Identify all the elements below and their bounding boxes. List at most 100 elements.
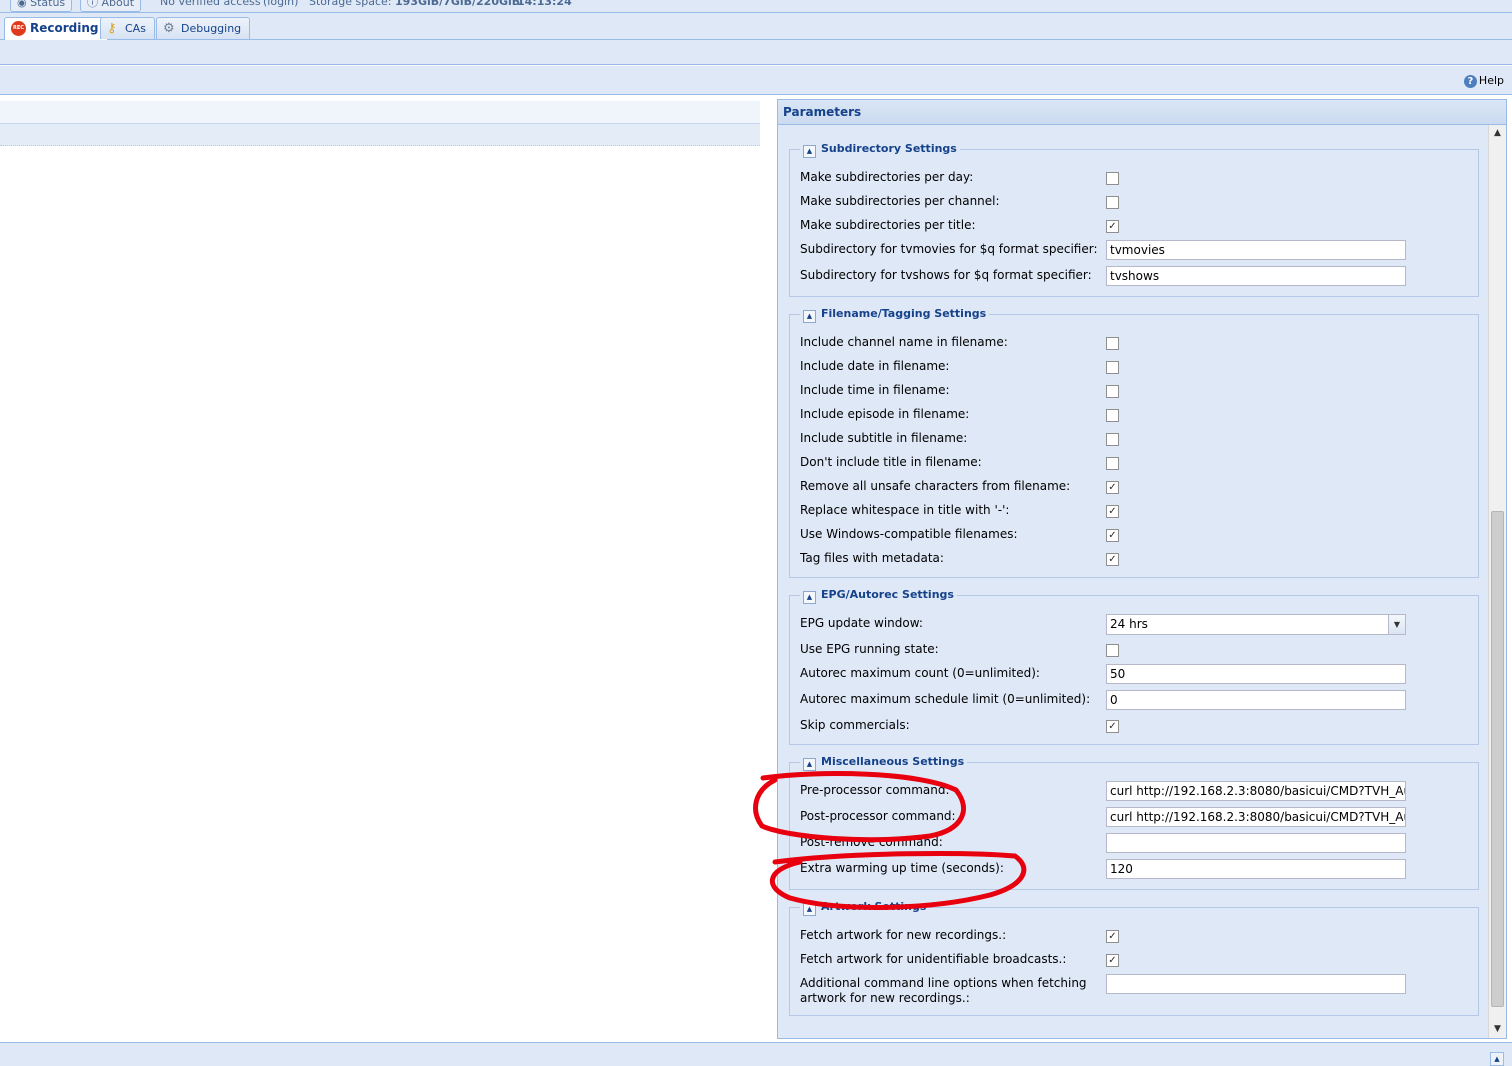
tag-metadata-label: Tag files with metadata: xyxy=(800,551,944,565)
grid-header-row xyxy=(0,101,760,124)
filename-settings-legend[interactable]: ▲ Filename/Tagging Settings xyxy=(800,306,990,323)
epg-settings-legend[interactable]: ▲ EPG/Autorec Settings xyxy=(800,587,957,604)
include-time-label: Include time in filename: xyxy=(800,383,950,397)
epg-window-value: 24 hrs xyxy=(1110,617,1148,631)
tag-metadata-checkbox[interactable]: ✓ xyxy=(1106,553,1119,566)
warming-up-label: Extra warming up time (seconds): xyxy=(800,861,1004,875)
fetch-unidentifiable-label: Fetch artwork for unidentifiable broadca… xyxy=(800,952,1067,966)
tab-about[interactable]: ⓘ About xyxy=(80,0,142,12)
windows-filenames-checkbox[interactable]: ✓ xyxy=(1106,529,1119,542)
filename-settings-title: Filename/Tagging Settings xyxy=(821,307,987,320)
subdirectory-settings-legend[interactable]: ▲ Subdirectory Settings xyxy=(800,141,960,158)
key-icon: ⚷ xyxy=(107,21,117,36)
help-icon: ? xyxy=(1463,74,1477,88)
epg-window-label: EPG update window: xyxy=(800,616,923,630)
expand-icon[interactable]: ▲ xyxy=(1490,1052,1504,1066)
post-remove-label: Post-remove command: xyxy=(800,835,943,849)
per-day-label: Make subdirectories per day: xyxy=(800,170,974,184)
top-status-bar: ◉ Status ⓘ About No verified access (log… xyxy=(0,0,1512,13)
parameters-form: ▲ Subdirectory Settings Make subdirectori… xyxy=(778,125,1487,1038)
per-channel-label: Make subdirectories per channel: xyxy=(800,194,1000,208)
include-date-checkbox[interactable] xyxy=(1106,361,1119,374)
storage-info: Storage space: 193GiB/7GiB/220GiB xyxy=(309,0,520,9)
include-subtitle-label: Include subtitle in filename: xyxy=(800,431,968,445)
collapse-icon[interactable]: ▲ xyxy=(803,145,816,158)
clock: 14:13:24 xyxy=(517,0,572,8)
parameters-panel: Parameters ▲ Subdirectory Settings Make s… xyxy=(777,99,1507,1039)
include-episode-checkbox[interactable] xyxy=(1106,409,1119,422)
include-subtitle-checkbox[interactable] xyxy=(1106,433,1119,446)
filename-tagging-settings: ▲ Filename/Tagging Settings Include chann… xyxy=(789,306,1479,578)
scrollbar-thumb[interactable] xyxy=(1491,511,1504,1007)
scroll-up-icon[interactable]: ▲ xyxy=(1489,125,1506,142)
tab-debugging[interactable]: ⚙ Debugging xyxy=(156,17,251,39)
artwork-options-input[interactable] xyxy=(1106,974,1406,994)
epg-running-state-checkbox[interactable] xyxy=(1106,644,1119,657)
tab-recording-label: Recording xyxy=(30,21,99,35)
tvshows-input[interactable]: tvshows xyxy=(1106,266,1406,286)
epg-running-state-label: Use EPG running state: xyxy=(800,642,939,656)
autorec-max-schedule-label: Autorec maximum schedule limit (0=unlimi… xyxy=(800,692,1091,706)
per-channel-checkbox[interactable] xyxy=(1106,196,1119,209)
collapse-icon[interactable]: ▲ xyxy=(803,310,816,323)
collapse-icon[interactable]: ▲ xyxy=(803,758,816,771)
misc-settings-legend[interactable]: ▲ Miscellaneous Settings xyxy=(800,754,968,771)
collapse-icon[interactable]: ▲ xyxy=(803,591,816,604)
help-label: Help xyxy=(1478,74,1504,87)
fetch-unidentifiable-checkbox[interactable]: ✓ xyxy=(1106,954,1119,967)
artwork-settings-legend[interactable]: ▲ Artwork Settings xyxy=(800,899,930,916)
grid-row[interactable] xyxy=(0,124,760,146)
artwork-settings: ▲ Artwork Settings Fetch artwork for new … xyxy=(789,899,1479,1016)
no-title-checkbox[interactable] xyxy=(1106,457,1119,470)
help-button[interactable]: ? Help xyxy=(1463,73,1504,88)
replace-whitespace-checkbox[interactable]: ✓ xyxy=(1106,505,1119,518)
misc-settings-title: Miscellaneous Settings xyxy=(821,755,965,768)
epg-window-select[interactable]: 24 hrs ▼ xyxy=(1106,614,1406,635)
pre-processor-label: Pre-processor command: xyxy=(800,783,950,797)
debug-icon: ⚙ xyxy=(163,21,175,36)
toolbar: ? Help xyxy=(0,66,1512,95)
post-processor-input[interactable]: curl http://192.168.2.3:8080/basicui/CMD… xyxy=(1106,807,1406,827)
chevron-down-icon[interactable]: ▼ xyxy=(1388,615,1405,634)
tvmovies-input[interactable]: tvmovies xyxy=(1106,240,1406,260)
subdirectory-settings: ▲ Subdirectory Settings Make subdirectori… xyxy=(789,141,1479,297)
autorec-max-schedule-input[interactable]: 0 xyxy=(1106,690,1406,710)
tab-about-label: About xyxy=(101,0,135,9)
fetch-new-checkbox[interactable]: ✓ xyxy=(1106,930,1119,943)
tab-status[interactable]: ◉ Status xyxy=(10,0,73,12)
rec-icon: REC xyxy=(11,21,26,36)
skip-commercials-label: Skip commercials: xyxy=(800,718,910,732)
per-title-checkbox[interactable]: ✓ xyxy=(1106,220,1119,233)
info-icon: ⓘ xyxy=(87,0,98,9)
tvmovies-label: Subdirectory for tvmovies for $q format … xyxy=(800,242,1098,256)
login-link[interactable]: (login) xyxy=(263,0,298,9)
per-day-checkbox[interactable] xyxy=(1106,172,1119,185)
include-time-checkbox[interactable] xyxy=(1106,385,1119,398)
autorec-max-count-label: Autorec maximum count (0=unlimited): xyxy=(800,666,1040,680)
panel-scrollbar[interactable]: ▲ ▼ xyxy=(1488,125,1506,1038)
skip-commercials-checkbox[interactable]: ✓ xyxy=(1106,720,1119,733)
artwork-settings-title: Artwork Settings xyxy=(821,900,927,913)
epg-settings-title: EPG/Autorec Settings xyxy=(821,588,954,601)
autorec-max-count-input[interactable]: 50 xyxy=(1106,664,1406,684)
no-title-label: Don't include title in filename: xyxy=(800,455,982,469)
subdirectory-settings-title: Subdirectory Settings xyxy=(821,142,957,155)
post-remove-input[interactable] xyxy=(1106,833,1406,853)
storage-value: 193GiB/7GiB/220GiB xyxy=(395,0,521,8)
main-tab-bar: REC Recording ⚷ CAs ⚙ Debugging xyxy=(0,13,1512,40)
fetch-new-label: Fetch artwork for new recordings.: xyxy=(800,928,1007,942)
tab-cas[interactable]: ⚷ CAs xyxy=(100,17,155,39)
include-channel-checkbox[interactable] xyxy=(1106,337,1119,350)
pre-processor-input[interactable]: curl http://192.168.2.3:8080/basicui/CMD… xyxy=(1106,781,1406,801)
tab-recording[interactable]: REC Recording xyxy=(4,17,108,40)
scroll-down-icon[interactable]: ▼ xyxy=(1489,1021,1506,1038)
tvshows-label: Subdirectory for tvshows for $q format s… xyxy=(800,268,1092,282)
tab-cas-label: CAs xyxy=(125,22,146,35)
remove-unsafe-checkbox[interactable]: ✓ xyxy=(1106,481,1119,494)
warming-up-input[interactable]: 120 xyxy=(1106,859,1406,879)
storage-label: Storage space: xyxy=(309,0,392,8)
access-status: No verified access xyxy=(160,0,261,8)
collapse-icon[interactable]: ▲ xyxy=(803,903,816,916)
remove-unsafe-label: Remove all unsafe characters from filena… xyxy=(800,479,1071,493)
replace-whitespace-label: Replace whitespace in title with '-': xyxy=(800,503,1010,517)
